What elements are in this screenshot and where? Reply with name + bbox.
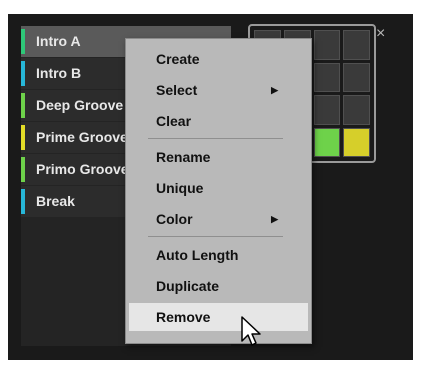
pattern-cell[interactable] xyxy=(313,30,341,60)
section-color-bar xyxy=(21,189,25,214)
pattern-cell[interactable] xyxy=(343,127,370,157)
mouse-pointer-icon xyxy=(241,316,261,346)
section-color-bar xyxy=(21,93,25,118)
pattern-cell[interactable] xyxy=(313,95,341,125)
menu-item-label: Duplicate xyxy=(156,278,220,294)
menu-item-label: Rename xyxy=(156,149,211,165)
context-menu: Create Select ▶ Clear Rename Unique Color… xyxy=(125,38,312,344)
menu-item-label: Remove xyxy=(156,309,211,325)
section-color-bar xyxy=(21,29,25,54)
close-icon[interactable]: × xyxy=(376,26,385,42)
pattern-cell[interactable] xyxy=(343,62,370,92)
pattern-cell[interactable] xyxy=(343,30,370,60)
menu-item-create[interactable]: Create xyxy=(129,45,308,73)
menu-item-rename[interactable]: Rename xyxy=(129,143,308,171)
section-color-bar xyxy=(21,125,25,150)
menu-item-label: Auto Length xyxy=(156,247,239,263)
section-color-bar xyxy=(21,61,25,86)
menu-item-clear[interactable]: Clear xyxy=(129,107,308,135)
menu-item-remove[interactable]: Remove xyxy=(129,303,308,331)
pattern-cell[interactable] xyxy=(313,62,341,92)
section-color-bar xyxy=(21,157,25,182)
menu-item-auto-length[interactable]: Auto Length xyxy=(129,241,308,269)
menu-separator xyxy=(148,236,283,237)
pattern-cell[interactable] xyxy=(343,95,370,125)
menu-item-label: Select xyxy=(156,82,198,98)
menu-separator xyxy=(148,138,283,139)
submenu-arrow-icon: ▶ xyxy=(271,214,278,224)
menu-item-duplicate[interactable]: Duplicate xyxy=(129,272,308,300)
menu-item-label: Unique xyxy=(156,180,204,196)
menu-item-select[interactable]: Select ▶ xyxy=(129,76,308,104)
menu-item-color[interactable]: Color ▶ xyxy=(129,205,308,233)
submenu-arrow-icon: ▶ xyxy=(271,85,278,95)
menu-item-label: Clear xyxy=(156,113,192,129)
menu-item-unique[interactable]: Unique xyxy=(129,174,308,202)
menu-item-label: Create xyxy=(156,51,200,67)
pattern-cell[interactable] xyxy=(313,127,341,157)
menu-item-label: Color xyxy=(156,211,193,227)
